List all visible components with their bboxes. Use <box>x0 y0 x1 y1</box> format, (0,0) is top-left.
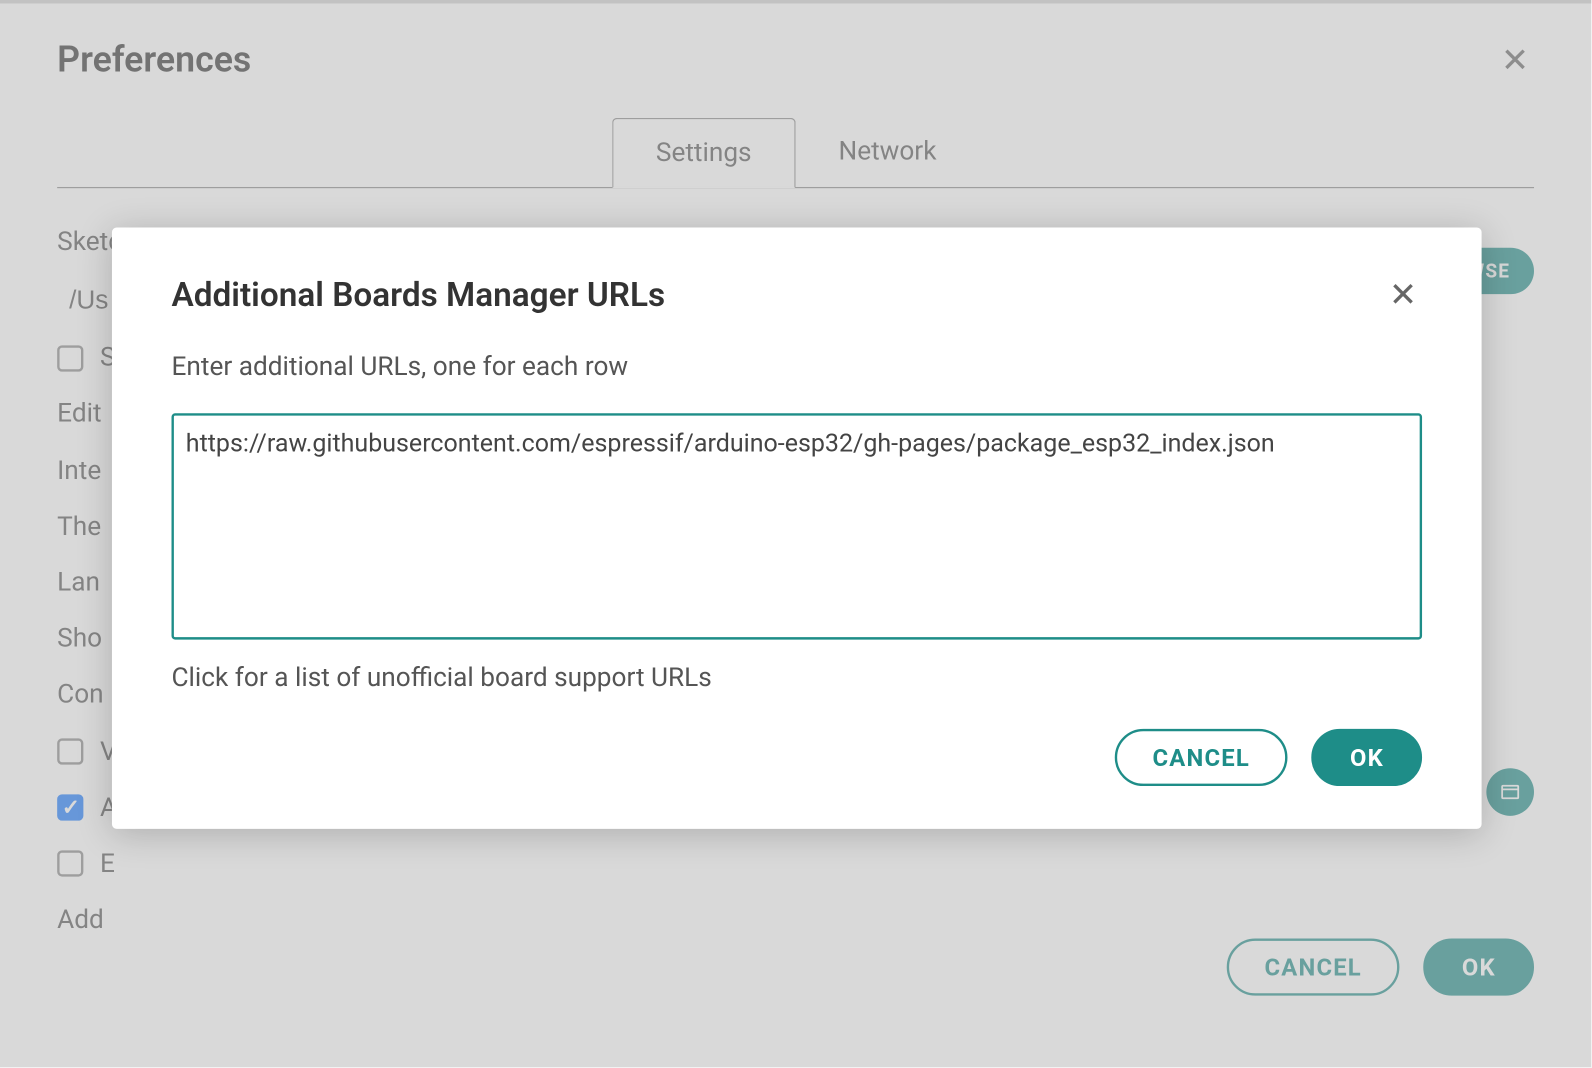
modal-title: Additional Boards Manager URLs <box>172 275 666 314</box>
boards-manager-urls-dialog: Additional Boards Manager URLs ✕ Enter a… <box>112 227 1482 828</box>
modal-close-icon[interactable]: ✕ <box>1384 276 1422 314</box>
unofficial-urls-link[interactable]: Click for a list of unofficial board sup… <box>172 663 1423 693</box>
urls-textarea[interactable] <box>172 413 1423 639</box>
modal-cancel-button[interactable]: CANCEL <box>1114 729 1288 786</box>
modal-ok-button[interactable]: OK <box>1312 729 1422 786</box>
modal-instruction: Enter additional URLs, one for each row <box>172 353 1423 383</box>
